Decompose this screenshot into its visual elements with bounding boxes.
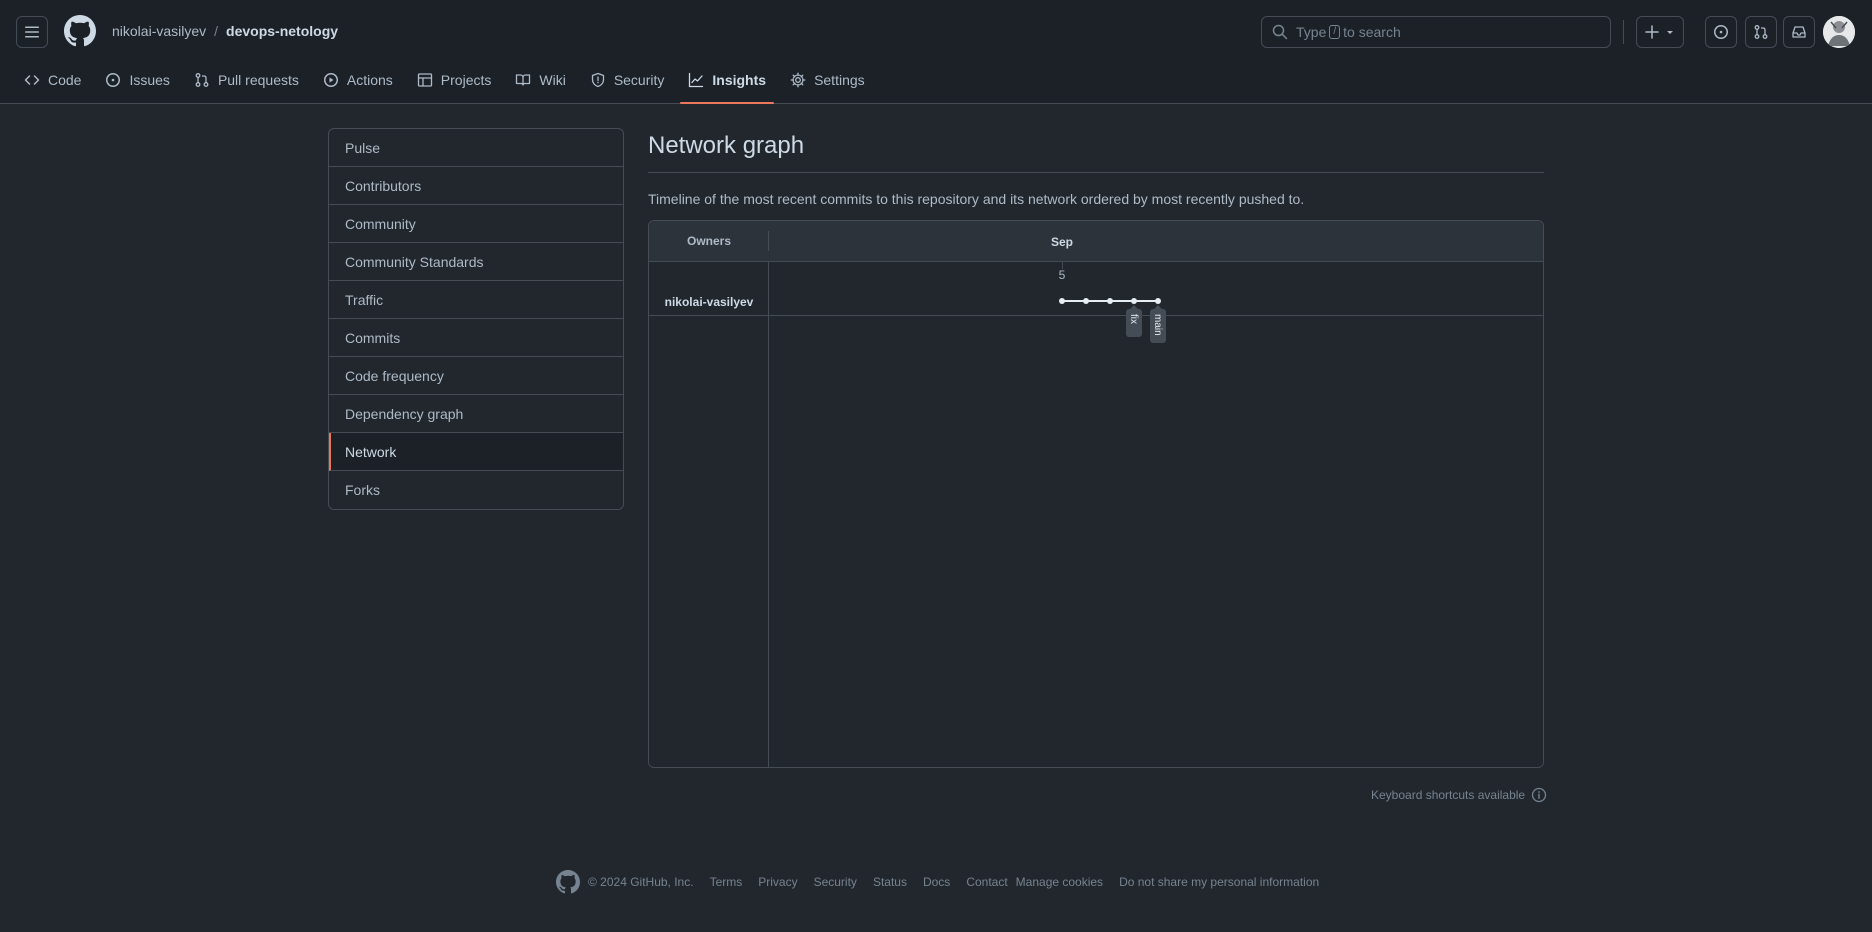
sidebar-item-pulse[interactable]: Pulse xyxy=(329,129,623,167)
tab-label: Wiki xyxy=(539,72,566,88)
insights-menu: Pulse Contributors Community Community S… xyxy=(328,128,624,510)
commit-dot[interactable] xyxy=(1155,298,1161,304)
graph-header-band xyxy=(649,221,1543,261)
footer-link-contact[interactable]: Contact xyxy=(966,875,1007,889)
triangle-down-icon xyxy=(1667,31,1673,34)
hamburger-icon xyxy=(25,26,39,38)
branch-name: main xyxy=(1152,314,1163,336)
footer-link-privacy[interactable]: Privacy xyxy=(758,875,797,889)
commit-dot[interactable] xyxy=(1107,298,1113,304)
tab-label: Projects xyxy=(440,72,492,88)
plus-icon xyxy=(1645,25,1659,39)
tab-label: Insights xyxy=(712,72,767,88)
commit-dot[interactable] xyxy=(1059,298,1065,304)
search-icon xyxy=(1272,24,1288,40)
day-label: 5 xyxy=(1059,268,1066,282)
table-icon xyxy=(417,73,432,87)
network-graph[interactable]: Owners Sep 5 nikolai-vasilyev fix main xyxy=(648,220,1544,768)
footer-link-do-not-share[interactable]: Do not share my personal information xyxy=(1119,875,1319,889)
tab-label: Security xyxy=(613,72,665,88)
commit-dot[interactable] xyxy=(1083,298,1089,304)
git-pull-request-icon xyxy=(1754,25,1768,39)
shield-icon xyxy=(591,72,604,88)
sidebar-item-forks[interactable]: Forks xyxy=(329,471,623,509)
footer-link-docs[interactable]: Docs xyxy=(923,875,950,889)
search-shortcut-key: / xyxy=(1329,25,1341,39)
search-input[interactable]: Type / to search xyxy=(1261,16,1611,48)
book-icon xyxy=(516,74,531,86)
branch-label-main[interactable]: main xyxy=(1150,305,1166,343)
tab-projects[interactable]: Projects xyxy=(409,64,500,96)
tab-settings[interactable]: Settings xyxy=(782,64,873,96)
sidebar-item-network[interactable]: Network xyxy=(329,433,623,471)
footer-copyright: © 2024 GitHub, Inc. xyxy=(588,875,694,889)
tab-code[interactable]: Code xyxy=(16,64,89,96)
branch-name: fix xyxy=(1128,314,1139,324)
git-pull-request-icon xyxy=(195,73,209,87)
pull-requests-button[interactable] xyxy=(1745,16,1777,48)
inbox-icon xyxy=(1792,26,1806,38)
code-icon xyxy=(24,75,40,85)
month-label: Sep xyxy=(1051,235,1073,249)
sidebar-item-dependency-graph[interactable]: Dependency graph xyxy=(329,395,623,433)
sidebar-item-community-standards[interactable]: Community Standards xyxy=(329,243,623,281)
tab-label: Code xyxy=(48,72,82,88)
tab-label: Actions xyxy=(346,72,393,88)
tab-actions[interactable]: Actions xyxy=(315,64,401,96)
title-divider xyxy=(648,172,1544,173)
branch-label-fix[interactable]: fix xyxy=(1126,305,1142,337)
avatar[interactable] xyxy=(1823,16,1855,48)
tab-label: Pull requests xyxy=(217,72,299,88)
github-mark-icon[interactable] xyxy=(556,870,580,894)
graph-icon xyxy=(689,72,704,88)
tab-label: Settings xyxy=(814,72,865,88)
github-logo-icon xyxy=(64,15,96,47)
repo-breadcrumb: nikolai-vasilyev / devops-netology xyxy=(112,23,338,39)
tab-wiki[interactable]: Wiki xyxy=(507,64,573,96)
tab-security[interactable]: Security xyxy=(582,64,673,96)
search-placeholder-prefix: Type xyxy=(1296,24,1327,40)
header-divider xyxy=(1623,20,1624,44)
keyboard-shortcuts-label: Keyboard shortcuts available xyxy=(1371,788,1526,802)
sidebar-item-code-frequency[interactable]: Code frequency xyxy=(329,357,623,395)
page-description: Timeline of the most recent commits to t… xyxy=(648,191,1305,207)
search-placeholder-suffix: to search xyxy=(1343,24,1401,40)
issue-opened-icon xyxy=(106,73,121,87)
issues-button[interactable] xyxy=(1705,16,1737,48)
repo-nav: Code Issues Pull requests Actions Projec… xyxy=(16,64,881,104)
sidebar-item-community[interactable]: Community xyxy=(329,205,623,243)
footer-link-status[interactable]: Status xyxy=(873,875,907,889)
global-header: nikolai-vasilyev / devops-netology Type / … xyxy=(0,0,1872,104)
info-icon xyxy=(1531,787,1547,803)
breadcrumb-separator: / xyxy=(214,23,219,39)
footer-link-terms[interactable]: Terms xyxy=(710,875,743,889)
play-icon xyxy=(323,73,338,87)
github-logo[interactable] xyxy=(64,15,96,47)
sidebar-item-contributors[interactable]: Contributors xyxy=(329,167,623,205)
owners-header: Owners xyxy=(687,234,731,248)
page-title: Network graph xyxy=(648,132,805,159)
owner-label: nikolai-vasilyev xyxy=(665,295,754,309)
repo-link[interactable]: devops-netology xyxy=(226,23,338,39)
sidebar-item-commits[interactable]: Commits xyxy=(329,319,623,357)
issue-opened-icon xyxy=(1714,25,1728,39)
footer: © 2024 GitHub, Inc. Terms Privacy Securi… xyxy=(556,870,1335,894)
network-graph-canvas[interactable]: Owners Sep 5 nikolai-vasilyev fix main xyxy=(649,221,1544,768)
footer-link-manage-cookies[interactable]: Manage cookies xyxy=(1016,875,1103,889)
tab-insights[interactable]: Insights xyxy=(680,64,774,104)
footer-link-security[interactable]: Security xyxy=(814,875,857,889)
commit-dot[interactable] xyxy=(1131,298,1137,304)
gear-icon xyxy=(790,72,806,88)
sidebar-item-traffic[interactable]: Traffic xyxy=(329,281,623,319)
inbox-button[interactable] xyxy=(1783,16,1815,48)
hamburger-button[interactable] xyxy=(16,16,48,48)
tab-issues[interactable]: Issues xyxy=(97,64,177,96)
create-new-button[interactable] xyxy=(1636,16,1684,48)
keyboard-shortcuts-notice[interactable]: Keyboard shortcuts available xyxy=(1371,787,1547,803)
tab-pull-requests[interactable]: Pull requests xyxy=(186,64,307,96)
tab-label: Issues xyxy=(129,72,170,88)
owner-link[interactable]: nikolai-vasilyev xyxy=(112,23,206,39)
avatar-image xyxy=(1823,16,1855,48)
